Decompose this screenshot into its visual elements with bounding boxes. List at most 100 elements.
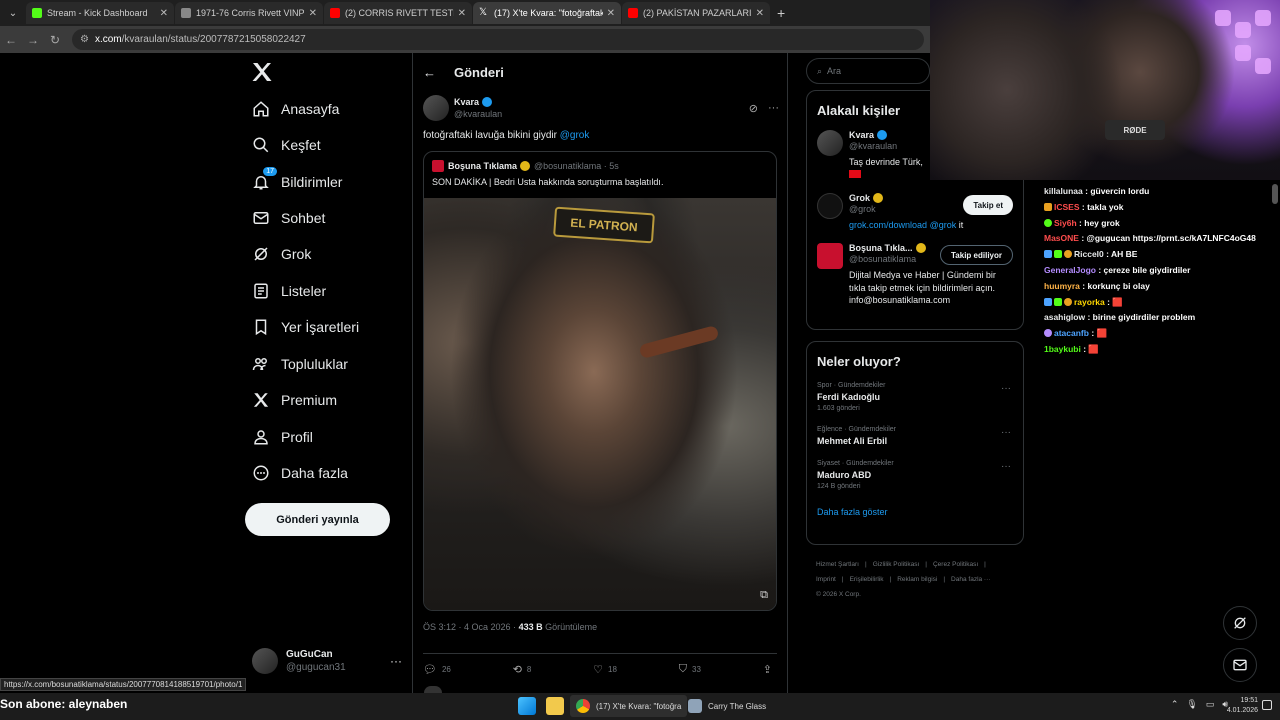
footer-link[interactable]: Imprint bbox=[816, 576, 836, 583]
repost-button[interactable]: ⟲ 8 bbox=[513, 663, 532, 676]
image-options-icon[interactable]: ⧉ bbox=[760, 589, 768, 602]
share-button[interactable]: ⇪ bbox=[763, 663, 777, 676]
post-body: fotoğraftaki lavuğa bikini giydir bbox=[423, 130, 560, 141]
verified-badge-icon bbox=[482, 97, 493, 107]
post-button[interactable]: Gönderi yayınla bbox=[245, 503, 390, 536]
following-button[interactable]: Takip ediliyor bbox=[940, 245, 1013, 266]
chat-user[interactable]: rayorka bbox=[1074, 297, 1105, 307]
reload-icon[interactable]: ↻ bbox=[44, 33, 66, 47]
tab-search-icon[interactable]: ⌄ bbox=[2, 2, 24, 24]
chat-user[interactable]: 1baykubi bbox=[1044, 344, 1081, 354]
nav-profile[interactable]: Profil bbox=[252, 428, 313, 446]
taskbar-chrome[interactable]: (17) X'te Kvara: "fotoğra bbox=[570, 695, 688, 717]
trend-item[interactable]: Eğlence · Gündemdekiler Mehmet Ali Erbil… bbox=[807, 419, 1023, 453]
taskbar-game[interactable]: Carry The Glass bbox=[682, 695, 772, 717]
nav-notifications[interactable]: 17 Bildirimler bbox=[252, 167, 343, 191]
nav-explore[interactable]: Keşfet bbox=[252, 136, 321, 154]
post-meta: ÖS 3:12 · 4 Oca 2026 · 433 B Görüntüleme bbox=[423, 622, 597, 632]
avatar[interactable] bbox=[423, 95, 449, 121]
footer-link[interactable]: Hizmet Şartları bbox=[816, 561, 859, 568]
windows-start-icon[interactable] bbox=[518, 697, 536, 715]
chat-scrollbar[interactable] bbox=[1272, 184, 1278, 204]
close-icon[interactable]: ✕ bbox=[160, 8, 168, 19]
footer-link[interactable]: Çerez Politikası bbox=[933, 561, 978, 568]
bio-link[interactable]: grok.com/download bbox=[849, 220, 927, 230]
chevron-up-icon[interactable]: ⌃ bbox=[1171, 699, 1179, 710]
follow-button[interactable]: Takip et bbox=[963, 195, 1013, 216]
quote-photo[interactable]: EL PATRON ⧉ bbox=[424, 198, 776, 610]
back-arrow-icon[interactable]: ← bbox=[0, 33, 22, 47]
verified-badge-icon bbox=[915, 243, 926, 254]
account-switcher[interactable]: GuGuCan @gugucan31 ··· bbox=[252, 648, 402, 674]
footer-link[interactable]: Erişilebilirlik bbox=[850, 576, 884, 583]
tab-kick-dashboard[interactable]: Stream - Kick Dashboard ✕ bbox=[26, 2, 174, 24]
chat-user[interactable]: Siy6h bbox=[1054, 218, 1077, 228]
footer-separator: | bbox=[925, 561, 927, 568]
author-name[interactable]: Kvara bbox=[454, 97, 479, 107]
clock[interactable]: 19:51 4.01.2026 bbox=[1218, 696, 1258, 716]
person-item[interactable]: Grok @grok grok.com/download @grok it Ta… bbox=[807, 187, 1023, 237]
footer-link[interactable]: Daha fazla ··· bbox=[951, 576, 990, 583]
messages-button[interactable] bbox=[1223, 648, 1257, 682]
nav-bookmarks[interactable]: Yer İşaretleri bbox=[252, 318, 359, 336]
network-icon[interactable]: ▭ bbox=[1206, 699, 1215, 710]
footer-link[interactable]: Reklam bilgisi bbox=[897, 576, 937, 583]
mention-link[interactable]: @grok bbox=[560, 130, 590, 141]
bio-mention[interactable]: @grok bbox=[930, 220, 957, 230]
footer-link[interactable]: Gizlilik Politikası bbox=[873, 561, 920, 568]
chat-user[interactable]: ICSES bbox=[1054, 202, 1080, 212]
tab-corris-vinplate[interactable]: 1971-76 Corris Rivett VINPLATE ✕ bbox=[175, 2, 323, 24]
trend-item[interactable]: Siyaset · Gündemdekiler Maduro ABD 124 B… bbox=[807, 453, 1023, 497]
more-icon[interactable]: ··· bbox=[1001, 427, 1011, 438]
chat-user[interactable]: GeneralJogo bbox=[1044, 265, 1096, 275]
nav-home[interactable]: Anasayfa bbox=[252, 100, 339, 118]
forward-arrow-icon[interactable]: → bbox=[22, 33, 44, 47]
nav-communities[interactable]: Topluluklar bbox=[252, 355, 348, 373]
file-explorer-icon[interactable] bbox=[546, 697, 564, 715]
reply-button[interactable]: 💬︎ 26 bbox=[423, 663, 451, 676]
notification-icon[interactable] bbox=[1262, 700, 1272, 710]
back-arrow-icon[interactable]: ← bbox=[423, 65, 436, 80]
nav-grok[interactable]: Grok bbox=[252, 245, 311, 263]
close-icon[interactable]: ✕ bbox=[756, 8, 764, 19]
close-icon[interactable]: ✕ bbox=[607, 8, 615, 19]
more-icon[interactable]: ··· bbox=[1001, 383, 1011, 394]
nav-label: Bildirimler bbox=[281, 174, 343, 190]
microphone-icon[interactable]: 🎙︎ bbox=[1186, 699, 1197, 710]
url-field[interactable]: ⚙ x.com/kvaraulan/status/200778721505802… bbox=[72, 29, 924, 50]
grok-button[interactable] bbox=[1223, 606, 1257, 640]
like-button[interactable]: ♡ 18 bbox=[593, 663, 617, 676]
tab-x-kvara[interactable]: 𝕏 (17) X'te Kvara: "fotoğraftaki lav ✕ bbox=[473, 2, 621, 24]
search-input[interactable]: ⌕ Ara bbox=[806, 58, 930, 84]
more-icon[interactable]: ··· bbox=[768, 102, 779, 114]
close-icon[interactable]: ✕ bbox=[309, 8, 317, 19]
x-logo-icon[interactable] bbox=[250, 60, 274, 84]
post-timestamp[interactable]: ÖS 3:12 · 4 Oca 2026 · bbox=[423, 622, 519, 632]
author-handle[interactable]: @kvaraulan bbox=[454, 109, 502, 119]
grok-icon[interactable]: ⊘ bbox=[749, 102, 758, 115]
trend-item[interactable]: Spor · Gündemdekiler Ferdi Kadıoğlu 1.60… bbox=[807, 375, 1023, 419]
nav-premium[interactable]: Premium bbox=[252, 391, 337, 409]
badge-icon bbox=[1044, 218, 1052, 227]
more-icon[interactable]: ··· bbox=[390, 654, 402, 668]
close-icon[interactable]: ✕ bbox=[458, 8, 466, 19]
show-more-link[interactable]: Daha fazla göster bbox=[807, 497, 1023, 527]
site-info-icon[interactable]: ⚙ bbox=[80, 34, 89, 45]
chat-user[interactable]: asahiglow bbox=[1044, 312, 1085, 322]
chat-user[interactable]: atacanfb bbox=[1054, 328, 1089, 338]
chat-user[interactable]: killalunaa bbox=[1044, 186, 1083, 196]
nav-chat[interactable]: Sohbet bbox=[252, 209, 325, 227]
person-item[interactable]: Boşuna Tıkla... @bosunatiklama Dijital M… bbox=[807, 237, 1023, 311]
nav-lists[interactable]: Listeler bbox=[252, 282, 326, 300]
tab-corris-testing[interactable]: (2) CORRIS RIVETT TESTING - P ✕ bbox=[324, 2, 472, 24]
bookmark-button[interactable]: ⛉ 33 bbox=[679, 663, 701, 676]
chat-user[interactable]: MasONE bbox=[1044, 233, 1079, 243]
list-icon bbox=[252, 282, 270, 300]
quoted-post[interactable]: Boşuna Tıklama @bosunatiklama · 5s SON D… bbox=[423, 151, 777, 611]
more-icon[interactable]: ··· bbox=[1001, 461, 1011, 472]
chat-user[interactable]: huumyra bbox=[1044, 281, 1080, 291]
chat-user[interactable]: Riccel0 bbox=[1074, 249, 1104, 259]
tab-pakistan[interactable]: (2) PAKİSTAN PAZARLARI VE SO ✕ bbox=[622, 2, 770, 24]
nav-more[interactable]: Daha fazla bbox=[252, 464, 348, 482]
new-tab-icon[interactable]: + bbox=[777, 5, 785, 21]
